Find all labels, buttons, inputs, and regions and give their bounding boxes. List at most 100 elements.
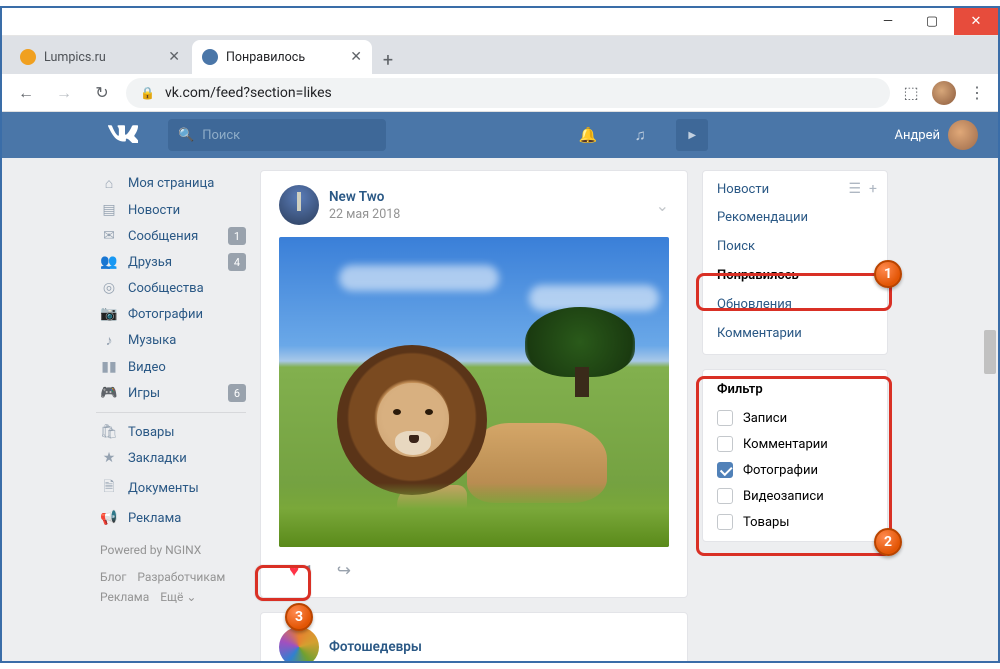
right-tab-recommendations[interactable]: Рекомендации (703, 203, 887, 232)
filter-comments[interactable]: Комментарии (703, 431, 887, 457)
url-text: vk.com/feed?section=likes (165, 85, 332, 101)
separator (96, 412, 246, 413)
nav-documents[interactable]: 🗎Документы (96, 471, 246, 505)
right-tab-news[interactable]: Новости (717, 182, 769, 197)
nav-news[interactable]: ▤Новости (96, 197, 246, 223)
nav-label: Игры (128, 386, 160, 401)
checkbox-checked-icon (717, 462, 733, 478)
filter-label: Видеозаписи (743, 489, 824, 504)
user-menu[interactable]: Андрей (894, 120, 978, 150)
nav-communities[interactable]: ◎ Сообщества (96, 275, 246, 301)
browser-menu-icon[interactable]: ⋮ (966, 82, 988, 104)
home-icon: ⌂ (100, 175, 118, 192)
window-close[interactable]: ✕ (954, 8, 998, 35)
browser-toolbar: ← → ↻ 🔒 vk.com/feed?section=likes ⬚ ⋮ (2, 74, 998, 112)
nav-video[interactable]: ▮▮Видео (96, 354, 246, 380)
nav-photos[interactable]: 📷 Фотографии (96, 301, 246, 327)
vk-body: ⌂Моя страница ▤Новости ✉Сообщения1 👥Друз… (2, 158, 998, 661)
user-avatar-icon (948, 120, 978, 150)
checkbox-icon (717, 410, 733, 426)
notifications-icon[interactable]: 🔔 (572, 119, 604, 151)
nav-label: Фотографии (128, 307, 203, 322)
extension-icon[interactable]: ⬚ (900, 82, 922, 104)
badge: 6 (228, 384, 246, 402)
music-icon[interactable]: ♫ (624, 119, 656, 151)
player-icon[interactable]: ▶ (676, 119, 708, 151)
ads-icon: 📢 (100, 510, 118, 526)
filter-label: Записи (743, 411, 787, 426)
footer-blog[interactable]: Блог (100, 570, 126, 584)
post-author-link[interactable]: New Two (329, 189, 400, 205)
window-minimize[interactable]: — (866, 8, 910, 35)
plus-icon[interactable]: + (869, 181, 877, 197)
address-bar[interactable]: 🔒 vk.com/feed?section=likes (126, 78, 890, 108)
back-button[interactable]: ← (12, 79, 40, 107)
right-tab-comments[interactable]: Комментарии (703, 319, 887, 348)
share-icon[interactable]: ↪ (337, 561, 351, 581)
window-titlebar: — ▢ ✕ (2, 8, 998, 36)
browser-tab-vk[interactable]: Понравилось ✕ (192, 40, 372, 74)
search-icon: 🔍 (178, 128, 194, 143)
new-tab-button[interactable]: + (374, 46, 402, 74)
nav-music[interactable]: ♪Музыка (96, 327, 246, 354)
nav-my-page[interactable]: ⌂ Моя страница (96, 170, 246, 197)
favicon-icon (20, 49, 36, 65)
nav-label: Сообщения (128, 229, 198, 244)
like-button[interactable]: ♥ 1 (279, 557, 323, 585)
nav-market[interactable]: 🛍Товары (96, 419, 246, 445)
vk-logo-icon[interactable] (108, 125, 138, 145)
filter-label: Товары (743, 515, 789, 530)
nav-games[interactable]: 🎮Игры6 (96, 380, 246, 406)
messages-icon: ✉ (100, 228, 118, 244)
nav-friends[interactable]: 👥Друзья4 (96, 249, 246, 275)
right-tab-updates[interactable]: Обновления (703, 290, 887, 319)
footer-ads[interactable]: Реклама (100, 590, 149, 604)
nav-label: Моя страница (128, 176, 214, 191)
browser-tab-lumpics[interactable]: Lumpics.ru ✕ (10, 40, 190, 74)
checkbox-icon (717, 488, 733, 504)
post-avatar[interactable] (279, 627, 319, 661)
photos-icon: 📷 (100, 306, 118, 322)
reload-button[interactable]: ↻ (88, 79, 116, 107)
profile-avatar[interactable] (932, 81, 956, 105)
forward-button[interactable]: → (50, 79, 78, 107)
post-avatar[interactable] (279, 185, 319, 225)
post-author-link[interactable]: Фотошедевры (329, 639, 422, 655)
filter-posts[interactable]: Записи (703, 405, 887, 431)
footer-developers[interactable]: Разработчикам (137, 570, 225, 584)
right-tab-search[interactable]: Поиск (703, 232, 887, 261)
right-tab-liked[interactable]: Понравилось (703, 261, 887, 290)
friends-icon: 👥 (100, 254, 118, 270)
filter-icon[interactable]: ☰ (848, 181, 861, 197)
nav-messages[interactable]: ✉Сообщения1 (96, 223, 246, 249)
badge: 4 (228, 253, 246, 271)
nav-label: Сообщества (128, 281, 204, 296)
nav-ads[interactable]: 📢Реклама (96, 505, 246, 531)
tab-close-icon[interactable]: ✕ (350, 49, 362, 65)
post-image[interactable] (279, 237, 669, 547)
vk-header: 🔍 Поиск 🔔 ♫ ▶ Андрей (2, 112, 998, 158)
footer-more[interactable]: Ещё ⌄ (160, 590, 196, 604)
communities-icon: ◎ (100, 280, 118, 296)
nav-label: Товары (128, 425, 174, 440)
tab-title: Понравилось (226, 50, 305, 65)
tab-close-icon[interactable]: ✕ (168, 49, 180, 65)
filter-market[interactable]: Товары (703, 509, 887, 535)
nav-bookmarks[interactable]: ★Закладки (96, 445, 246, 471)
post: New Two 22 мая 2018 ⌄ (260, 170, 688, 598)
filter-photos[interactable]: Фотографии (703, 457, 887, 483)
filter-label: Фотографии (743, 463, 818, 478)
filter-title: Фильтр (703, 376, 887, 405)
filter-videos[interactable]: Видеозаписи (703, 483, 887, 509)
heart-icon: ♥ (289, 561, 299, 581)
nav-label: Новости (128, 203, 180, 218)
right-column: Новости ☰ + Рекомендации Поиск Понравило… (702, 170, 888, 661)
scrollbar-thumb[interactable] (984, 330, 996, 374)
music-nav-icon: ♪ (100, 332, 118, 349)
window-maximize[interactable]: ▢ (910, 8, 954, 35)
feed-column: New Two 22 мая 2018 ⌄ (260, 170, 688, 661)
search-input[interactable]: 🔍 Поиск (168, 119, 386, 151)
bookmarks-icon: ★ (100, 450, 118, 466)
powered-by: Powered by NGINX (100, 543, 242, 557)
post-menu-icon[interactable]: ⌄ (656, 196, 669, 215)
